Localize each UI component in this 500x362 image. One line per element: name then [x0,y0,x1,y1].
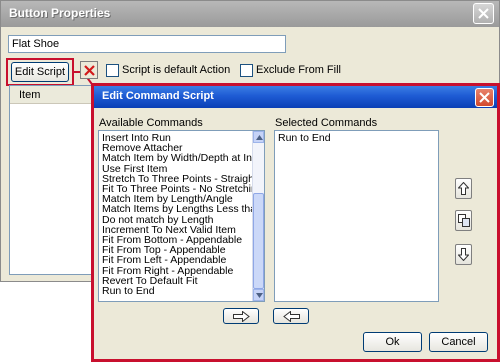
copy-icon [458,214,470,227]
selected-commands-list[interactable]: Run to End [274,130,439,302]
edit-script-button[interactable]: Edit Script [11,62,69,82]
chevron-up-icon [256,135,263,140]
scroll-up-button[interactable] [253,131,264,143]
default-action-label: Script is default Action [122,64,231,76]
selected-commands-label: Selected Commands [275,117,378,129]
exclude-fill-label: Exclude From Fill [256,64,341,76]
window-close-button[interactable] [473,3,494,24]
dialog-title: Edit Command Script [102,90,214,102]
scroll-thumb[interactable] [253,193,264,289]
window-title: Button Properties [9,6,111,20]
arrow-up-icon [458,182,469,195]
x-icon [84,65,95,76]
item-column-label: Item [19,89,41,101]
add-command-button[interactable] [223,308,259,324]
dialog-title-bar[interactable]: Edit Command Script [94,86,497,108]
cancel-button[interactable]: Cancel [429,332,488,352]
name-field[interactable]: Flat Shoe [8,35,286,53]
remove-command-button[interactable] [273,308,309,324]
close-icon [478,8,489,19]
ok-button[interactable]: Ok [363,332,422,352]
close-icon [479,92,490,103]
available-list-scrollbar[interactable] [252,131,264,301]
delete-button[interactable] [80,61,98,79]
move-up-button[interactable] [455,178,472,199]
list-item[interactable]: Match Item by Width/Depth at Insertion E [102,153,264,164]
list-item[interactable]: Match Items by Lengths Less than [102,204,262,215]
default-action-checkbox[interactable] [106,64,119,77]
dialog-close-button[interactable] [475,88,494,107]
window-title-bar[interactable]: Button Properties [1,1,499,27]
list-item[interactable]: Run to End [278,133,331,144]
exclude-fill-checkbox[interactable] [240,64,253,77]
edit-command-script-dialog: Edit Command Script Available Commands S… [94,86,497,359]
available-commands-list[interactable]: Insert Into Run Remove Attacher Match Item… [98,130,265,302]
arrow-down-icon [458,248,469,261]
chevron-down-icon [256,293,263,298]
list-item[interactable]: Fit From Left - Appendable [102,255,226,266]
arrow-left-icon [283,311,300,322]
copy-button[interactable] [455,210,472,231]
scroll-down-button[interactable] [253,289,264,301]
move-down-button[interactable] [455,244,472,265]
arrow-right-icon [233,311,250,322]
list-item[interactable]: Run to End [102,286,155,297]
available-commands-label: Available Commands [99,117,203,129]
